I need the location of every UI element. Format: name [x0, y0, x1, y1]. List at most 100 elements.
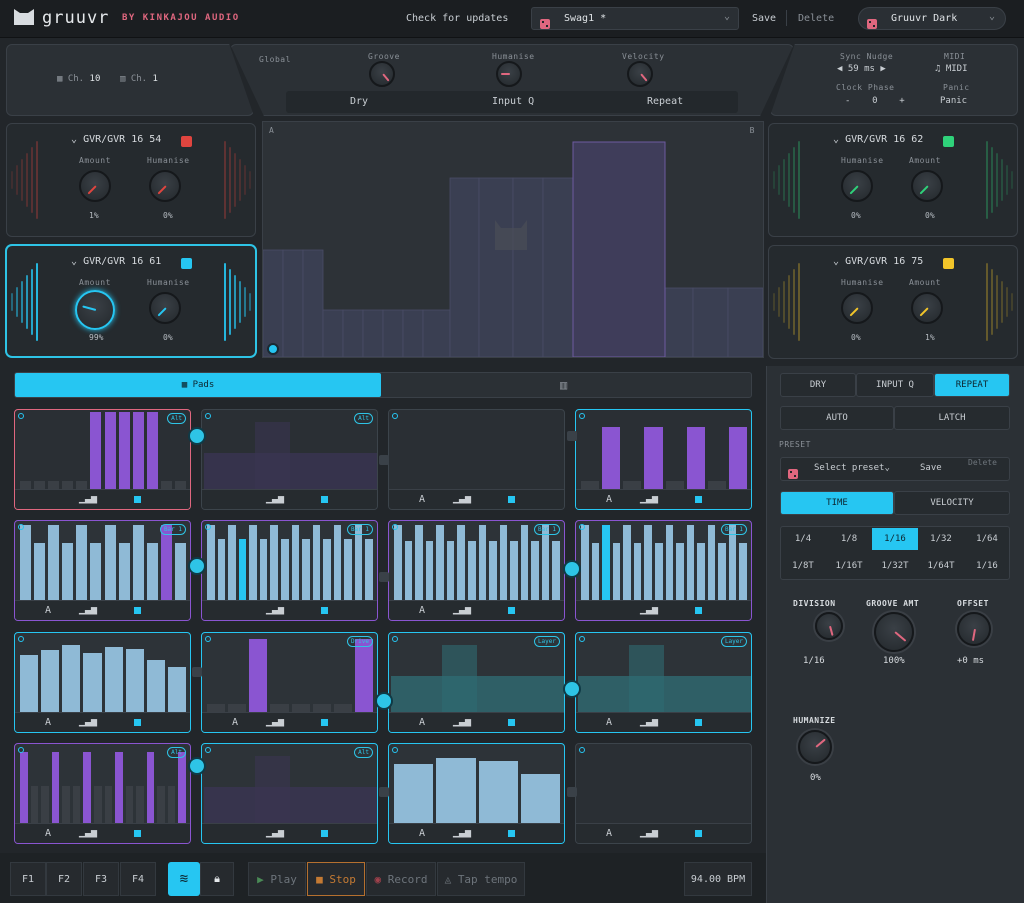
record-button[interactable]: ◉ Record [366, 862, 436, 896]
dice-icon[interactable] [181, 136, 192, 147]
pad-slot-a[interactable]: A [606, 494, 612, 505]
clock-minus[interactable]: - [845, 96, 850, 106]
right-knob-1[interactable] [815, 612, 843, 640]
mode-repeat[interactable]: Repeat [647, 96, 683, 107]
mode-input-q[interactable]: Input Q [492, 96, 534, 107]
right-mode-dry[interactable]: DRY [780, 373, 856, 397]
spring-toggle[interactable]: ≋ [168, 862, 200, 896]
deck-title-row[interactable]: ⌄ GVR/GVR 16 75 [833, 256, 923, 267]
deck-title-row[interactable]: ⌄ GVR/GVR 16 62 [833, 134, 923, 145]
play-button[interactable]: ▶ Play [248, 862, 306, 896]
link-toggle[interactable] [188, 427, 206, 445]
division-1-32[interactable]: 1/32 [918, 528, 964, 550]
clock-phase-control[interactable]: - 0 + [845, 96, 905, 106]
pad-8[interactable]: Bar 1 ▁▃▅ [575, 520, 752, 621]
link-toggle-small[interactable] [567, 787, 577, 797]
select-preset-dropdown[interactable]: Select preset⌄ [814, 463, 890, 473]
knob1[interactable] [79, 170, 111, 202]
division-1-64[interactable]: 1/64 [964, 528, 1010, 550]
bar-chart-icon[interactable]: ▁▃▅ [266, 493, 284, 504]
pad-15[interactable]: A ▁▃▅ [388, 743, 565, 844]
division-1-8[interactable]: 1/8 [826, 528, 872, 550]
bar-chart-icon[interactable]: ▁▃▅ [640, 493, 658, 504]
slot-icon[interactable] [507, 830, 515, 837]
right-mode-repeat[interactable]: REPEAT [934, 373, 1010, 397]
sync-nudge-control[interactable]: ◀ 59 ms ▶ [837, 64, 886, 74]
dice-icon[interactable] [181, 258, 192, 269]
bpm-display[interactable]: 94.00 BPM [684, 862, 752, 896]
slot-icon[interactable] [507, 719, 515, 726]
slot-icon[interactable] [133, 607, 141, 614]
deck-4[interactable]: ⌄ GVR/GVR 16 75 Humanise Amount 0% 1% [768, 245, 1018, 359]
f3-button[interactable]: F3 [83, 862, 119, 896]
bar-chart-icon[interactable]: ▁▃▅ [79, 716, 97, 727]
pad-6[interactable]: Bar 1 ▁▃▅ [201, 520, 378, 621]
preset-save-button[interactable]: Save [920, 463, 942, 473]
bar-chart-icon[interactable]: ▁▃▅ [453, 493, 471, 504]
slot-icon[interactable] [694, 607, 702, 614]
division-1-32t[interactable]: 1/32T [872, 555, 918, 577]
slot-icon[interactable] [320, 830, 328, 837]
division-1-8t[interactable]: 1/8T [780, 555, 826, 577]
link-toggle[interactable] [563, 560, 581, 578]
knob2[interactable] [149, 170, 181, 202]
deck-2[interactable]: ⌄ GVR/GVR 16 61 Amount Humanise 99% 0% [6, 245, 256, 357]
velocity-knob[interactable] [627, 61, 653, 87]
slot-icon[interactable] [694, 719, 702, 726]
knob1[interactable] [841, 170, 873, 202]
humanise-knob[interactable] [496, 61, 522, 87]
bar-chart-icon[interactable]: ▁▃▅ [266, 827, 284, 838]
pad-1[interactable]: Alt ▁▃▅ [14, 409, 191, 510]
bar-chart-icon[interactable]: ▁▃▅ [79, 493, 97, 504]
clock-plus[interactable]: + [899, 96, 904, 106]
preset-delete-button[interactable]: Delete [968, 457, 997, 468]
slot-icon[interactable] [694, 830, 702, 837]
dice-icon[interactable] [943, 136, 954, 147]
bar-chart-icon[interactable]: ▁▃▅ [79, 827, 97, 838]
bar-chart-icon[interactable]: ▁▃▅ [266, 604, 284, 615]
link-toggle-small[interactable] [379, 787, 389, 797]
pad-5[interactable]: Bar 1 A ▁▃▅ [14, 520, 191, 621]
slot-icon[interactable] [694, 496, 702, 503]
division-1-64t[interactable]: 1/64T [918, 555, 964, 577]
tab-velocity[interactable]: VELOCITY [894, 491, 1010, 515]
f1-button[interactable]: F1 [10, 862, 46, 896]
bar-chart-icon[interactable]: ▁▃▅ [453, 716, 471, 727]
deck-1[interactable]: ⌄ GVR/GVR 16 54 Amount Humanise 1% 0% [6, 123, 256, 237]
delete-button[interactable]: Delete [798, 13, 834, 24]
bar-chart-icon[interactable]: ▁▃▅ [640, 716, 658, 727]
panic-button[interactable]: Panic [940, 96, 967, 106]
pad-3[interactable]: A ▁▃▅ [388, 409, 565, 510]
save-button[interactable]: Save [752, 13, 776, 24]
f4-button[interactable]: F4 [120, 862, 156, 896]
link-toggle-small[interactable] [379, 455, 389, 465]
f2-button[interactable]: F2 [46, 862, 82, 896]
slot-icon[interactable] [133, 830, 141, 837]
pad-16[interactable]: A ▁▃▅ [575, 743, 752, 844]
pad-10[interactable]: Drive A ▁▃▅ [201, 632, 378, 733]
link-toggle[interactable] [563, 680, 581, 698]
link-toggle-small[interactable] [379, 572, 389, 582]
bar-chart-icon[interactable]: ▁▃▅ [640, 827, 658, 838]
dice-icon[interactable] [943, 258, 954, 269]
groove-knob[interactable] [369, 61, 395, 87]
slot-icon[interactable] [320, 496, 328, 503]
pad-slot-a[interactable]: A [419, 828, 425, 839]
bar-chart-icon[interactable]: ▁▃▅ [266, 716, 284, 727]
lock-button[interactable]: 🔒︎ [200, 862, 234, 896]
knob1[interactable] [841, 292, 873, 324]
knob2[interactable] [911, 292, 943, 324]
pad-11[interactable]: Layer A ▁▃▅ [388, 632, 565, 733]
link-toggle[interactable] [188, 757, 206, 775]
tab-piano[interactable]: ▥ [560, 378, 567, 392]
mode-latch[interactable]: LATCH [894, 406, 1010, 430]
theme-selector[interactable]: Gruuvr Dark ⌄ [858, 7, 1006, 30]
division-1-16t[interactable]: 1/16T [826, 555, 872, 577]
slot-icon[interactable] [133, 496, 141, 503]
pad-14[interactable]: Alt ▁▃▅ [201, 743, 378, 844]
pad-2[interactable]: Alt ▁▃▅ [201, 409, 378, 510]
division-1-16-extra[interactable]: 1/16 [964, 555, 1010, 577]
pad-13[interactable]: Alt A ▁▃▅ [14, 743, 191, 844]
sequencer-view[interactable]: A B D [262, 121, 764, 358]
link-toggle[interactable] [375, 692, 393, 710]
